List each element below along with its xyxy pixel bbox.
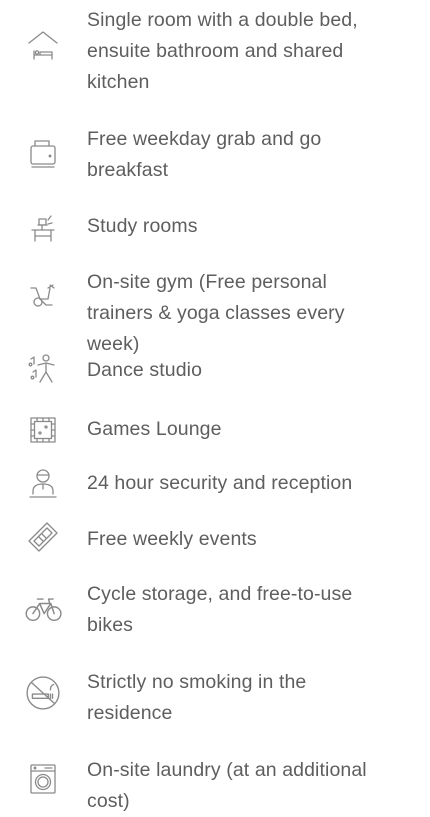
- amenity-label: Strictly no smoking in the residence: [87, 671, 307, 724]
- amenity-label: Study rooms: [87, 215, 198, 237]
- washing-machine-icon: [22, 758, 64, 800]
- amenity-label: Dance studio: [87, 359, 203, 381]
- ticket-icon: [22, 516, 64, 558]
- amenity-label: 24 hour security and reception: [87, 472, 353, 494]
- no-smoking-icon: [22, 672, 64, 714]
- amenity-label: Single room with a double bed, ensuite b…: [87, 9, 358, 93]
- amenity-label: On-site gym (Free personal trainers & yo…: [87, 271, 345, 355]
- amenity-label: Free weekly events: [87, 528, 257, 550]
- amenities-list: Single room with a double bed, ensuite b…: [0, 0, 430, 814]
- amenity-label: On-site laundry (at an additional cost): [87, 759, 367, 812]
- board-game-icon: [22, 409, 64, 451]
- security-person-icon: [22, 462, 64, 504]
- desk-icon: [22, 207, 64, 249]
- dancer-icon: [22, 348, 64, 390]
- toaster-icon: [22, 132, 64, 174]
- house-bed-icon: [22, 24, 64, 66]
- exercise-bike-icon: [22, 273, 64, 315]
- amenity-label: Free weekday grab and go breakfast: [87, 128, 322, 181]
- bicycle-icon: [22, 587, 64, 629]
- amenity-label: Cycle storage, and free-to-use bikes: [87, 583, 353, 636]
- amenity-label: Games Lounge: [87, 418, 222, 440]
